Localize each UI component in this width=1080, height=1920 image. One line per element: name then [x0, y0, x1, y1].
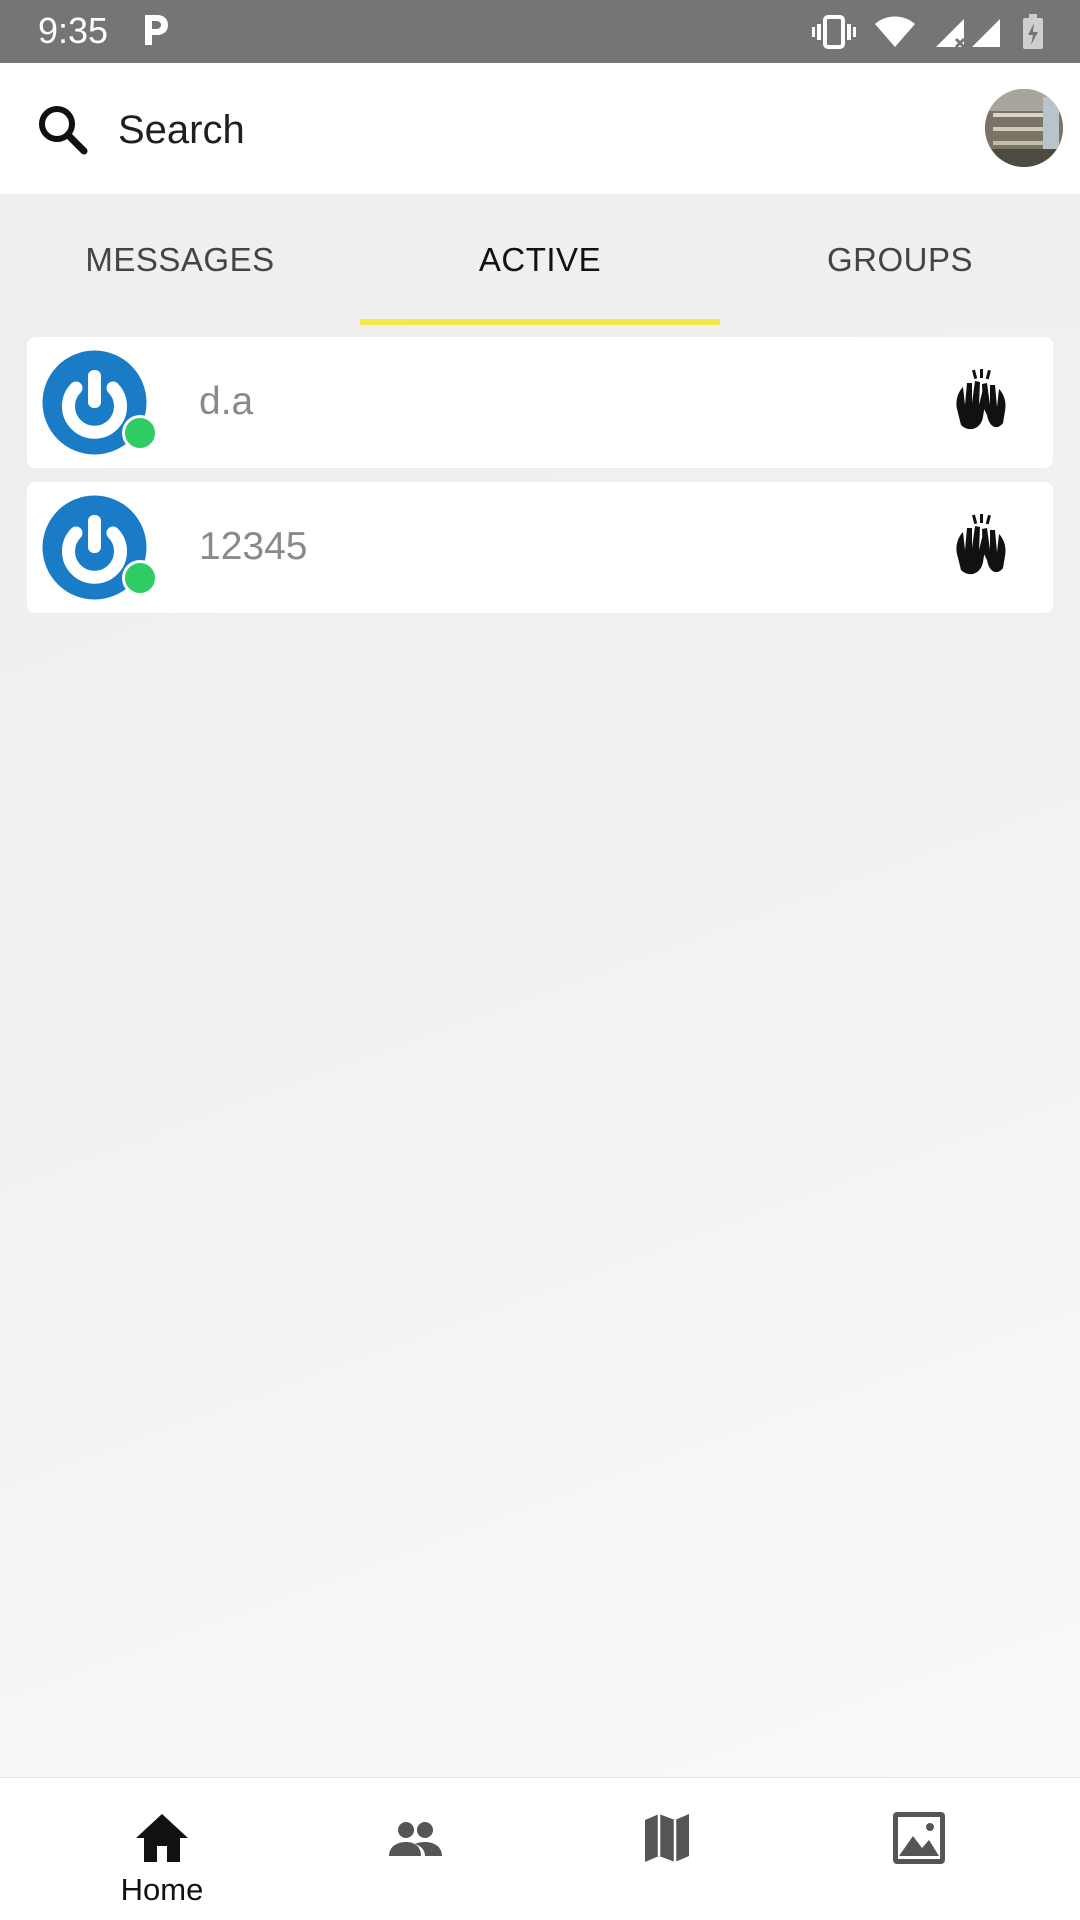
image-icon	[893, 1812, 945, 1864]
status-time: 9:35	[38, 10, 109, 51]
online-indicator	[122, 415, 158, 451]
vibrate-icon	[812, 15, 856, 49]
tab-groups[interactable]: GROUPS	[720, 194, 1080, 325]
wave-hands-icon[interactable]	[947, 369, 1015, 437]
bottom-navigation: Home	[0, 1777, 1080, 1920]
status-bar: 9:35	[0, 0, 1080, 63]
search-input[interactable]: Search	[118, 105, 245, 155]
nav-people[interactable]	[280, 1778, 550, 1920]
nav-map[interactable]	[532, 1778, 802, 1920]
people-icon	[389, 1822, 442, 1856]
active-users-list: d.a 12345	[0, 325, 1080, 1777]
online-indicator	[122, 560, 158, 596]
list-item[interactable]: d.a	[27, 337, 1053, 468]
nav-gallery[interactable]	[784, 1778, 1054, 1920]
wave-hands-icon[interactable]	[947, 514, 1015, 582]
search-icon[interactable]	[34, 101, 92, 159]
avatar-photo	[985, 89, 1063, 167]
user-name: d.a	[199, 380, 254, 423]
user-name: 12345	[199, 525, 308, 568]
search-header: Search	[0, 63, 1080, 194]
nav-home[interactable]: Home	[27, 1778, 297, 1920]
tab-messages[interactable]: MESSAGES	[0, 194, 360, 325]
home-icon	[136, 1814, 188, 1862]
avatar[interactable]	[985, 89, 1063, 167]
wifi-icon	[875, 16, 915, 47]
tab-active[interactable]: ACTIVE	[360, 194, 720, 325]
list-item[interactable]: 12345	[27, 482, 1053, 613]
tab-bar: MESSAGES ACTIVE GROUPS	[0, 194, 1080, 325]
nav-home-label: Home	[120, 1872, 204, 1907]
map-icon	[645, 1814, 689, 1862]
battery-icon	[1023, 14, 1043, 49]
cell-signal-icon	[936, 19, 1000, 49]
parking-app-icon	[145, 15, 168, 45]
